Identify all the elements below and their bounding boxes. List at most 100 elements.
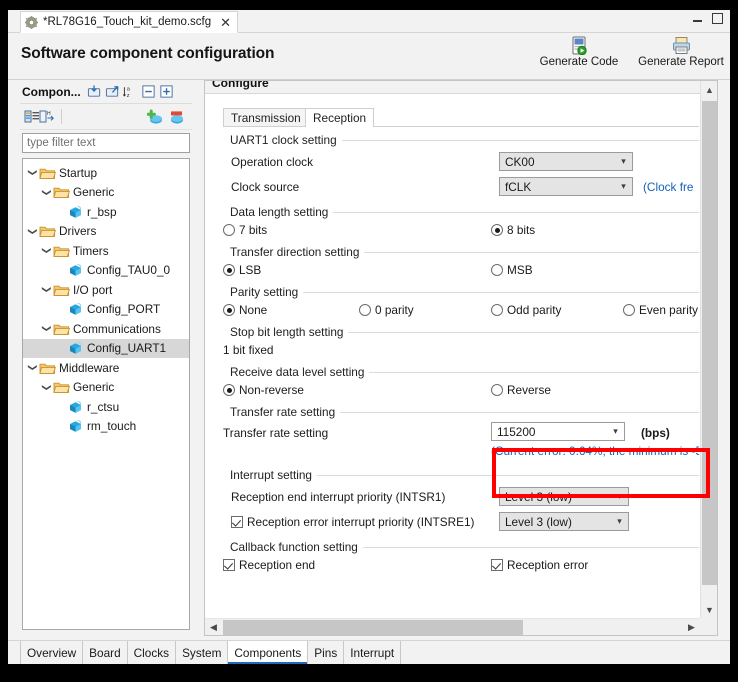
components-add-remove (146, 109, 184, 124)
vertical-scrollbar[interactable]: ▲ ▼ (700, 81, 717, 618)
radio-non-reverse[interactable]: Non-reverse (223, 383, 304, 397)
radio-lsb[interactable]: LSB (223, 263, 261, 277)
tab-reception[interactable]: Reception (305, 108, 375, 127)
tab-transmission[interactable]: Transmission (223, 108, 309, 127)
minimize-icon[interactable] (692, 13, 703, 24)
transfer-rate-combo[interactable]: 115200 ▾ (491, 422, 625, 441)
radio-parity-even[interactable]: Even parity (623, 303, 698, 317)
editor-page-tabs[interactable]: Overview Board Clocks System Components Pins I… (8, 640, 730, 664)
chevron-down-icon[interactable]: ❯ (37, 283, 56, 296)
chevron-down-icon[interactable]: ❯ (37, 186, 56, 199)
editor-tab-label: *RL78G16_Touch_kit_demo.scfg (43, 16, 212, 28)
chevron-down-icon[interactable]: ❯ (23, 225, 42, 238)
radio-indicator (491, 304, 503, 316)
tree-item-communications[interactable]: ❯ Communications (23, 319, 189, 339)
group-stop-bit-body: 1 bit fixed (223, 339, 699, 363)
scroll-right-icon[interactable]: ▶ (683, 619, 700, 635)
page-tab-interrupt[interactable]: Interrupt (344, 641, 402, 664)
chevron-down-icon[interactable]: ❯ (37, 381, 56, 394)
scroll-up-icon[interactable]: ▲ (701, 81, 717, 98)
filter-input[interactable]: type filter text (22, 133, 190, 153)
horizontal-scrollbar[interactable]: ◀ ▶ (205, 618, 700, 635)
tree-item-config-port[interactable]: Config_PORT (23, 300, 189, 320)
checkbox-reception-error[interactable]: Reception error (491, 558, 588, 572)
checkbox-reception-error-interrupt[interactable]: Reception error interrupt priority (INTS… (231, 515, 475, 529)
operation-clock-combo[interactable]: CK00 ▾ (499, 152, 633, 171)
operation-clock-value: CK00 (505, 154, 535, 169)
horizontal-scroll-thumb[interactable] (223, 620, 523, 635)
tree-item-startup[interactable]: ❯ Startup (23, 163, 189, 183)
clock-frequency-link[interactable]: (Clock fre (643, 180, 693, 194)
component-icon (67, 419, 84, 433)
checkbox-reception-end[interactable]: Reception end (223, 558, 315, 572)
chevron-down-icon[interactable]: ❯ (23, 166, 42, 179)
filter-hardware-icon[interactable]: H (39, 109, 54, 124)
expand-all-icon[interactable] (159, 84, 174, 99)
tree-item-label: Middleware (59, 360, 120, 375)
tree-item-generic[interactable]: ❯ Generic (23, 183, 189, 203)
tree-item-timers[interactable]: ❯ Timers (23, 241, 189, 261)
page-tab-clocks[interactable]: Clocks (128, 641, 177, 664)
group-receive-level: Receive data level setting Non-reverse R… (223, 365, 699, 403)
page-tab-board[interactable]: Board (83, 641, 128, 664)
collapse-all-icon[interactable] (141, 84, 156, 99)
radio-reverse[interactable]: Reverse (491, 383, 551, 397)
page-tab-components[interactable]: Components (228, 641, 309, 664)
reception-error-interrupt-combo[interactable]: Level 3 (low) ▾ (499, 512, 629, 531)
page-tab-overview[interactable]: Overview (20, 641, 84, 664)
page-tab-label: Components (234, 645, 302, 660)
radio-msb[interactable]: MSB (491, 263, 533, 277)
page-tab-system[interactable]: System (176, 641, 229, 664)
page-tab-pins[interactable]: Pins (308, 641, 345, 664)
editor-tab-scfg[interactable]: *RL78G16_Touch_kit_demo.scfg ✕ (20, 11, 239, 33)
tree-item-r-ctsu[interactable]: r_ctsu (23, 397, 189, 417)
radio-parity-0[interactable]: 0 parity (359, 303, 414, 317)
radio-8-bits-label: 8 bits (507, 223, 536, 237)
generate-code-label: Generate Code (539, 56, 619, 68)
tree-item-label: r_bsp (87, 204, 117, 219)
group-callback-body: Reception end Reception error (223, 554, 699, 578)
scroll-left-icon[interactable]: ◀ (205, 619, 222, 635)
sort-alpha-icon[interactable]: a z (122, 84, 138, 99)
import-icon[interactable] (87, 84, 102, 99)
tree-item-config-tau0-0[interactable]: Config_TAU0_0 (23, 261, 189, 281)
reception-error-interrupt-label: Reception error interrupt priority (INTS… (247, 514, 475, 529)
add-component-icon[interactable] (146, 109, 162, 124)
tree-item-rm-touch[interactable]: rm_touch (23, 417, 189, 437)
generate-code-button[interactable]: Generate Code (536, 36, 622, 68)
radio-parity-even-label: Even parity (639, 303, 699, 317)
group-receive-level-title: Receive data level setting (223, 365, 370, 379)
tree-item-config-uart1[interactable]: Config_UART1 (23, 338, 189, 358)
reception-end-interrupt-combo[interactable]: Level 3 (low) ▾ (499, 487, 629, 506)
tree-item-middleware[interactable]: ❯ Middleware (23, 358, 189, 378)
close-icon[interactable]: ✕ (220, 16, 231, 29)
radio-indicator (623, 304, 635, 316)
components-panel-title: Compon... (22, 84, 81, 99)
generate-report-button[interactable]: Generate Report (638, 36, 724, 68)
tree-item-label: Config_TAU0_0 (87, 263, 171, 278)
tree-item-r-bsp[interactable]: r_bsp (23, 202, 189, 222)
show-components-icon[interactable] (24, 109, 39, 124)
reception-end-label: Reception end (239, 558, 316, 572)
tree-item-drivers[interactable]: ❯ Drivers (23, 222, 189, 242)
export-icon[interactable] (105, 84, 120, 99)
clock-source-combo[interactable]: fCLK ▾ (499, 177, 633, 196)
maximize-icon[interactable] (712, 13, 723, 24)
row-clock-source: Clock source fCLK ▾ (Clock fre (231, 174, 699, 199)
radio-parity-none[interactable]: None (223, 303, 267, 317)
tree-item-i-o-port[interactable]: ❯ I/O port (23, 280, 189, 300)
radio-7-bits[interactable]: 7 bits (223, 223, 267, 237)
editor-tabstrip: *RL78G16_Touch_kit_demo.scfg ✕ (8, 10, 730, 33)
page-header: Software component configuration Generat… (8, 33, 730, 80)
radio-parity-odd[interactable]: Odd parity (491, 303, 561, 317)
radio-8-bits[interactable]: 8 bits (491, 223, 535, 237)
component-icon (67, 205, 84, 219)
component-tree[interactable]: ❯ Startup ❯ Generic r_bsp ❯ Drivers ❯ Timer… (22, 158, 190, 630)
vertical-scroll-thumb[interactable] (702, 101, 717, 585)
remove-component-icon[interactable] (169, 109, 184, 124)
chevron-down-icon[interactable]: ❯ (37, 322, 56, 335)
chevron-down-icon[interactable]: ❯ (23, 361, 42, 374)
chevron-down-icon[interactable]: ❯ (37, 244, 56, 257)
tree-item-generic[interactable]: ❯ Generic (23, 378, 189, 398)
scroll-down-icon[interactable]: ▼ (701, 601, 717, 618)
